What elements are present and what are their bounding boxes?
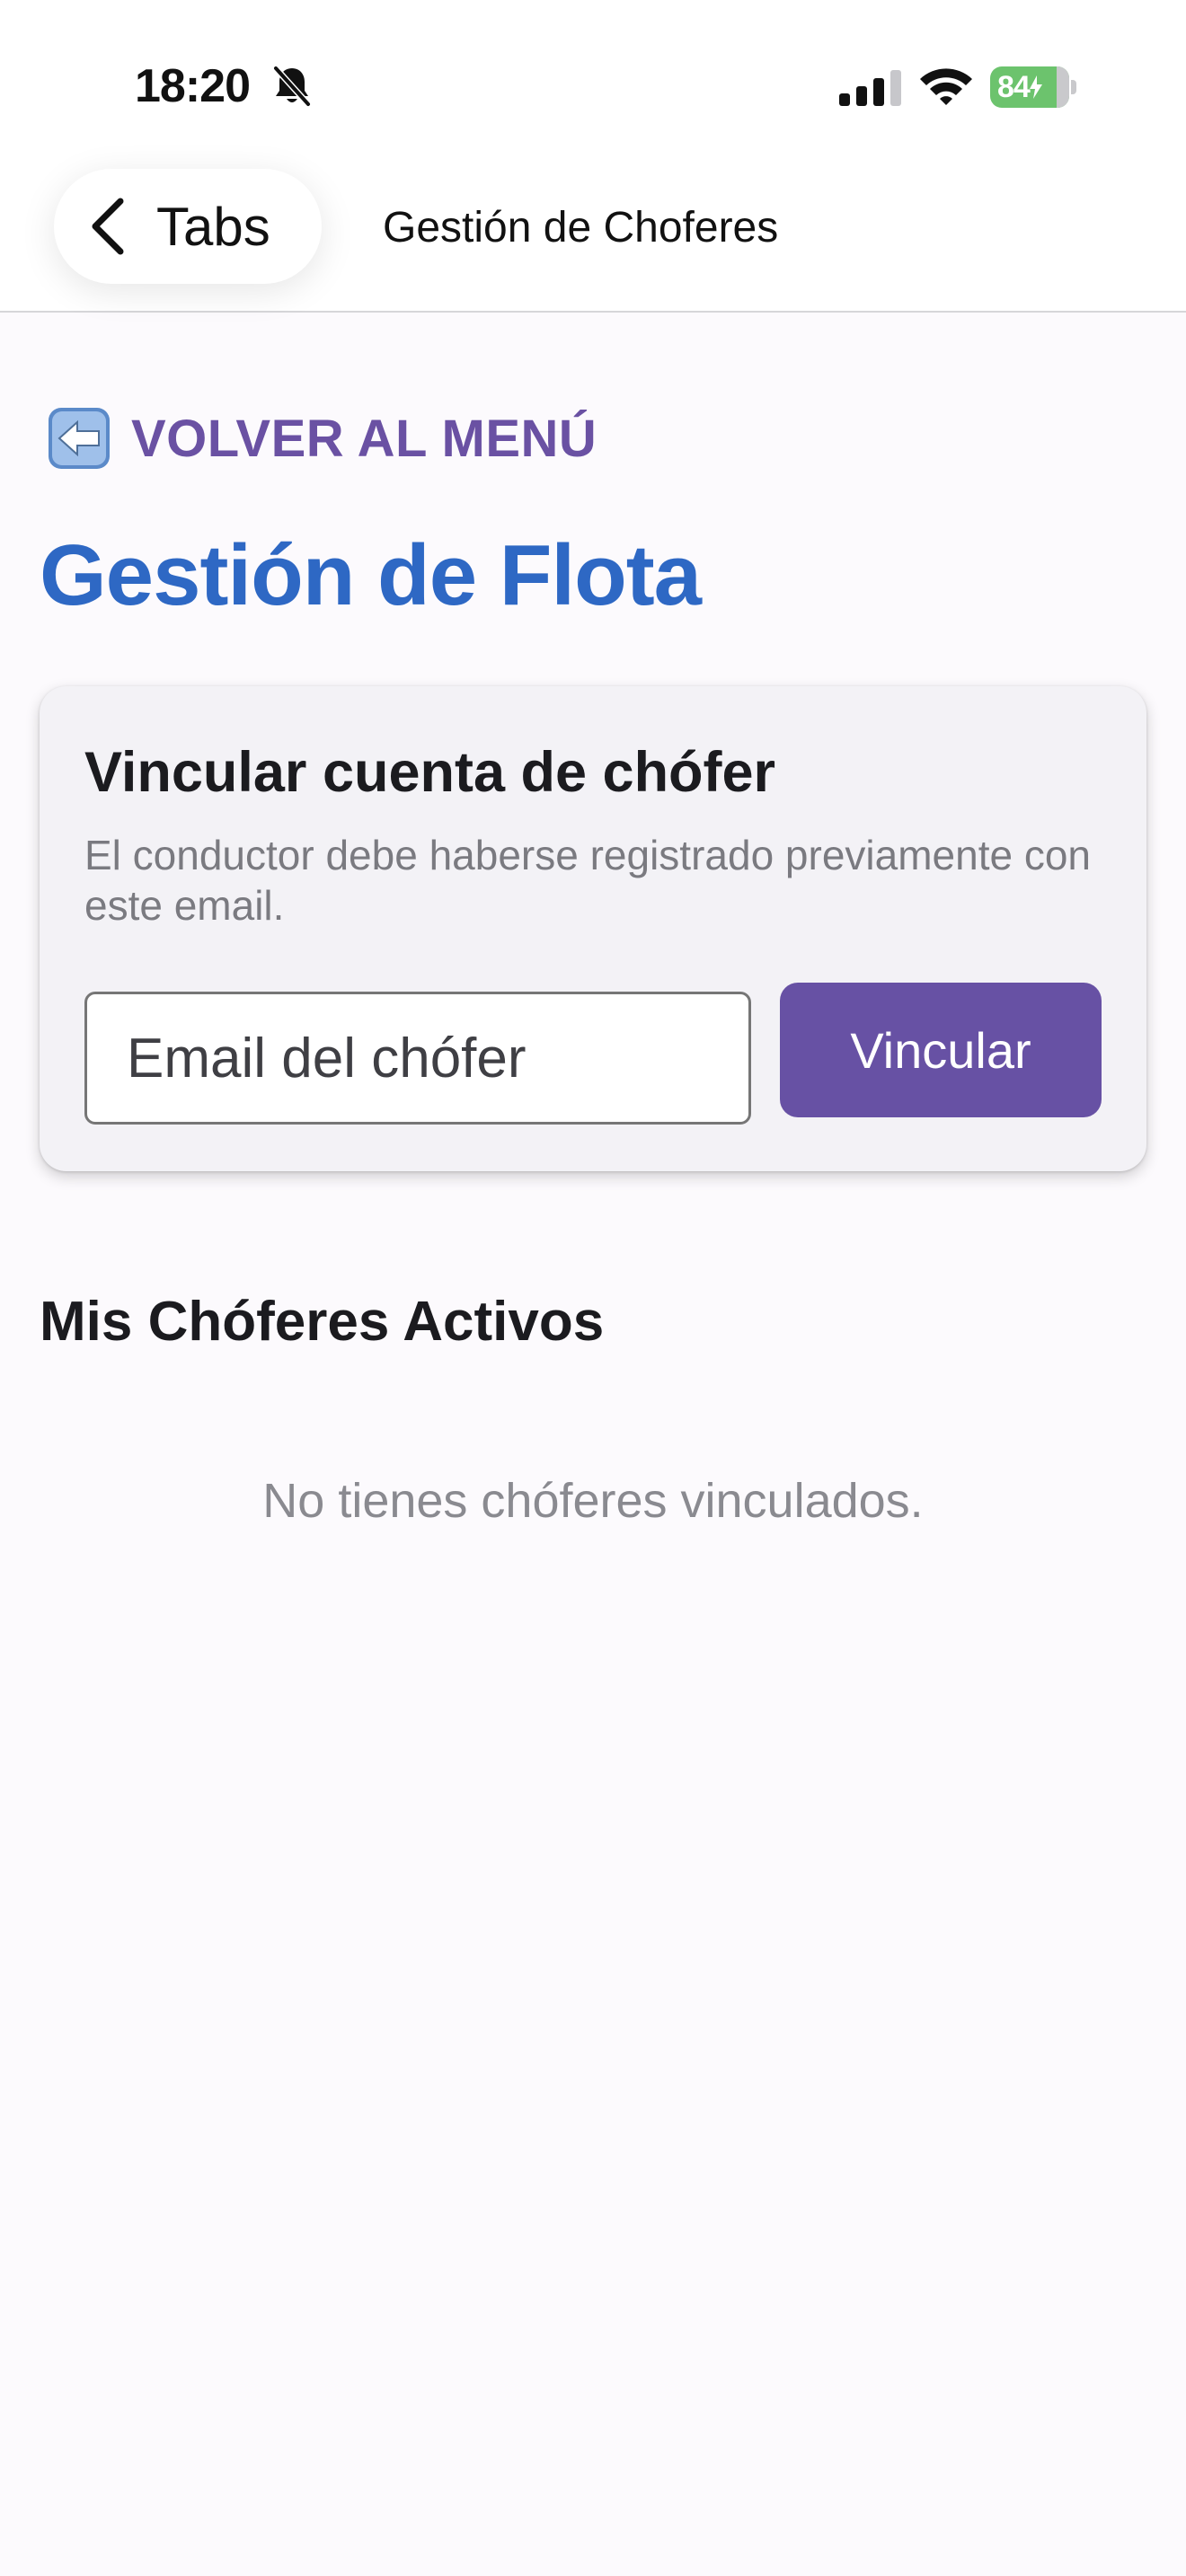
- signal-icon: [839, 70, 901, 106]
- link-driver-card: Vincular cuenta de chófer El conductor d…: [40, 686, 1146, 1171]
- battery-body: 84: [990, 66, 1069, 108]
- empty-drivers-message: No tienes chóferes vinculados.: [262, 1474, 924, 1528]
- battery-level: 84: [997, 70, 1042, 105]
- page-title: Gestión de Flota: [40, 527, 702, 623]
- charging-bolt-icon: [1029, 75, 1042, 99]
- chevron-left-icon: [92, 198, 124, 255]
- back-button[interactable]: Tabs: [54, 169, 322, 284]
- card-description: El conductor debe haberse registrado pre…: [84, 832, 1092, 929]
- bell-slash-icon: [272, 65, 312, 108]
- left-arrow-emoji-icon: [49, 408, 110, 469]
- battery-empty-portion: [1056, 66, 1069, 108]
- back-to-menu-link[interactable]: VOLVER AL MENÚ: [47, 406, 597, 471]
- battery-cap: [1071, 80, 1076, 94]
- status-time: 18:20: [135, 60, 251, 112]
- active-drivers-heading: Mis Chóferes Activos: [40, 1291, 605, 1353]
- wifi-icon: [920, 68, 972, 105]
- app-screen: 18:20 84 Tabs Gestión de Choferes VOLVER…: [0, 0, 1186, 2576]
- card-title: Vincular cuenta de chófer: [84, 741, 776, 804]
- link-driver-button[interactable]: Vincular: [780, 983, 1102, 1117]
- top-bar: 18:20 84 Tabs Gestión de Choferes: [0, 0, 1186, 313]
- back-to-menu-label: VOLVER AL MENÚ: [131, 409, 597, 468]
- nav-title: Gestión de Choferes: [383, 204, 779, 251]
- back-button-label: Tabs: [156, 197, 270, 257]
- battery-charging-icon: 84: [990, 66, 1076, 108]
- battery-percent-text: 84: [997, 70, 1031, 104]
- driver-email-input[interactable]: [84, 992, 751, 1125]
